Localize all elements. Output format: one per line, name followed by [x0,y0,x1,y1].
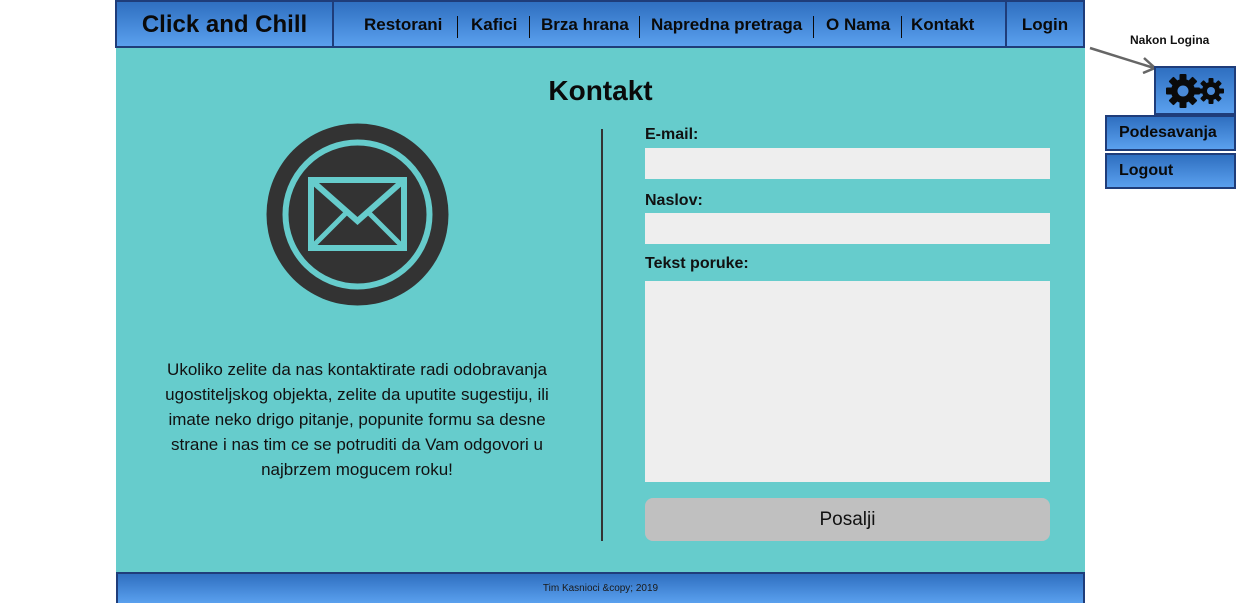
nav-separator [529,16,530,38]
nav-item-kafici[interactable]: Kafici [471,2,517,48]
contact-intro-text: Ukoliko zelite da nas kontaktirate radi … [165,360,549,479]
nav-item-brza-hrana[interactable]: Brza hrana [541,2,629,48]
send-button[interactable]: Posalji [645,498,1050,541]
login-button[interactable]: Login [1005,2,1083,48]
contact-section: Kontakt Ukoliko zelite da nas kontaktira… [116,48,1085,572]
gears-icon [1166,74,1224,108]
subject-field[interactable] [645,213,1050,244]
vertical-divider [601,129,603,541]
navbar: Click and Chill Restorani Kafici Brza hr… [115,0,1085,48]
footer-text: Tim Kasnioci &copy; 2019 [542,583,659,594]
nav-separator [901,16,902,38]
nav-item-kontakt[interactable]: Kontakt [911,2,974,48]
message-label: Tekst poruke: [645,255,749,272]
email-label: E-mail: [645,126,699,143]
footer: Tim Kasnioci &copy; 2019 [116,572,1085,603]
page-title: Kontakt [548,75,653,106]
subject-label: Naslov: [645,192,703,209]
brand-logo[interactable]: Click and Chill [117,2,334,48]
envelope-icon [266,123,449,306]
menu-item-logout[interactable]: Logout [1105,153,1236,189]
message-field[interactable] [645,281,1050,482]
nav-separator [457,16,458,38]
settings-gear-button[interactable] [1154,66,1236,115]
nav-item-restorani[interactable]: Restorani [364,2,442,48]
nav-item-napredna-pretraga[interactable]: Napredna pretraga [651,2,802,48]
nav-separator [813,16,814,38]
email-field[interactable] [645,148,1050,179]
menu-item-podesavanja[interactable]: Podesavanja [1105,115,1236,151]
nav-separator [639,16,640,38]
nav-item-o-nama[interactable]: O Nama [826,2,890,48]
